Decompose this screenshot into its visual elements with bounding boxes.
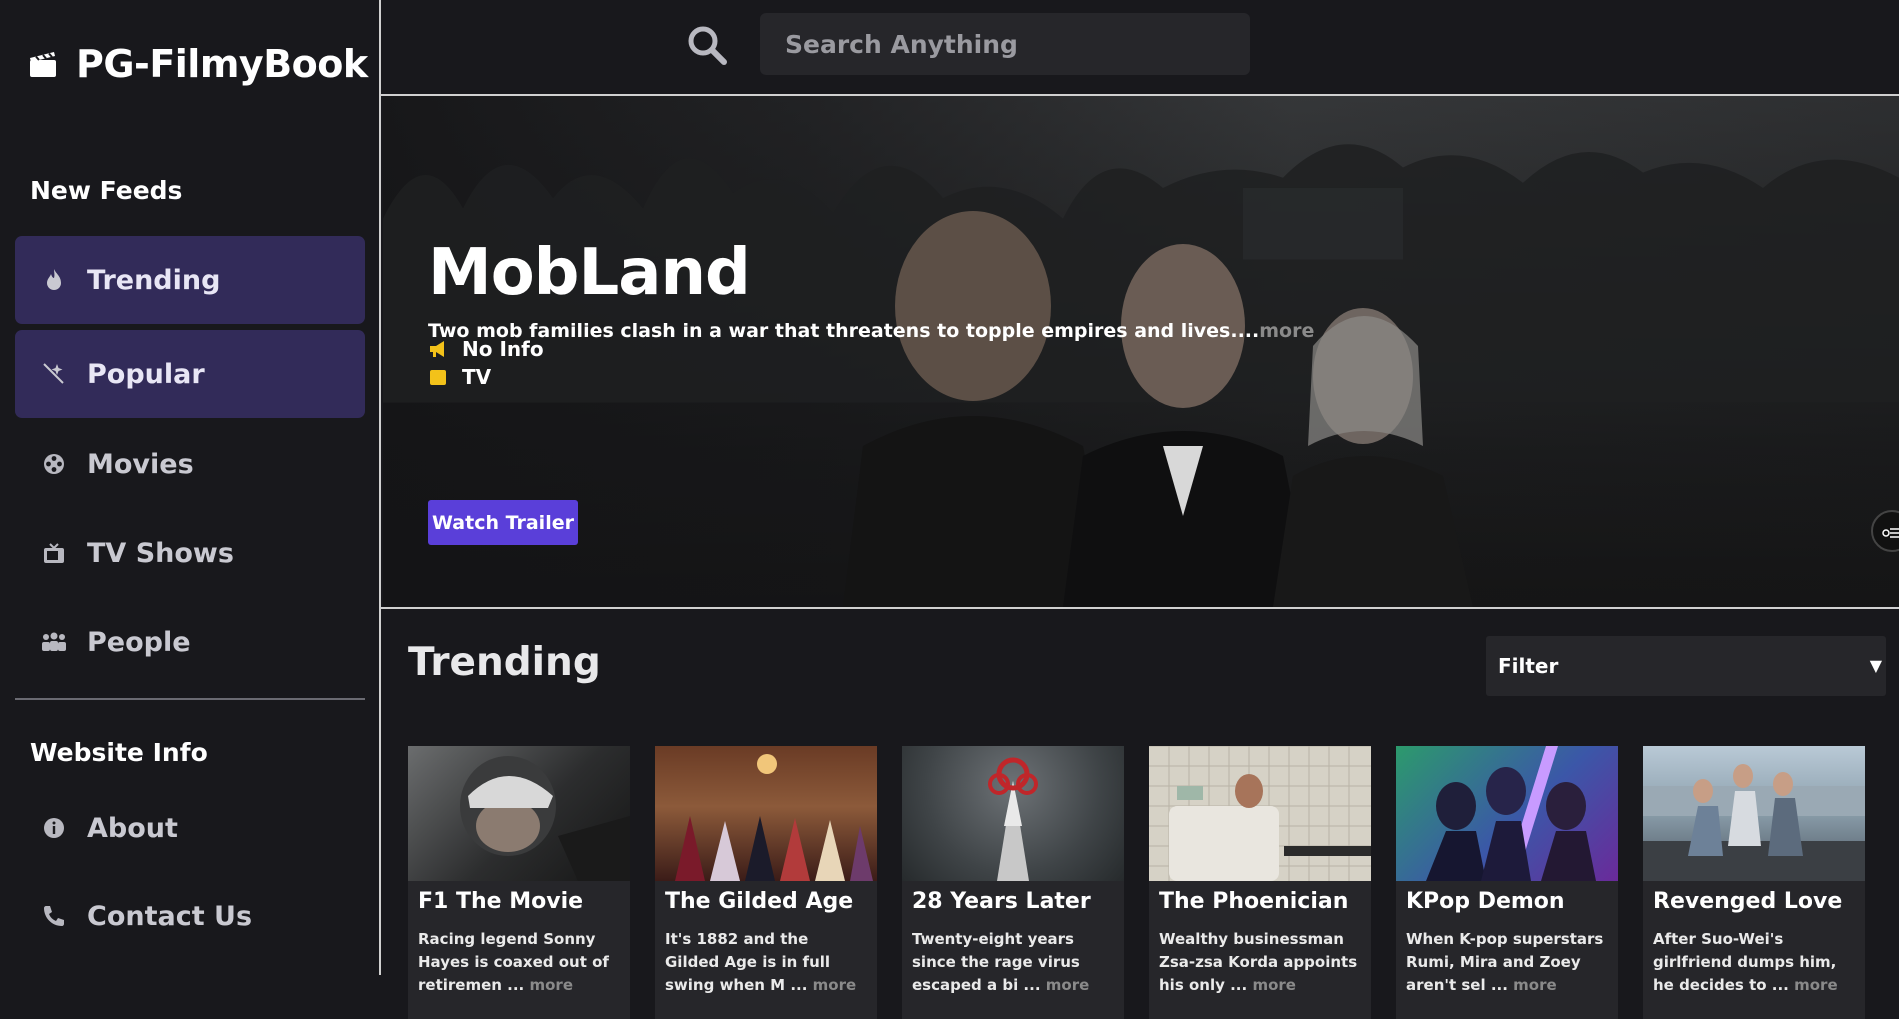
card-title: Revenged Love: [1653, 889, 1843, 914]
card-title: F1 The Movie: [418, 889, 584, 914]
hero-title: MobLand: [428, 236, 751, 310]
card-description-text: It's 1882 and the Gilded Age is in full …: [665, 930, 831, 994]
hero-meta-status-text: No Info: [462, 337, 544, 361]
brand-logo[interactable]: PG-FilmyBook: [28, 42, 368, 86]
poster-image: [1396, 746, 1618, 881]
movie-card[interactable]: Revenged Love After Suo-Wei's girlfriend…: [1643, 746, 1865, 1019]
brand-name: PG-FilmyBook: [76, 42, 368, 86]
poster-image: [408, 746, 630, 881]
sidebar-item-tv-shows[interactable]: TV Shows: [15, 509, 365, 597]
movie-card[interactable]: The Gilded Age It's 1882 and the Gilded …: [655, 746, 877, 1019]
poster-image: [1643, 746, 1865, 881]
sidebar-item-popular[interactable]: Popular: [15, 330, 365, 418]
sidebar-item-contact-us[interactable]: Contact Us: [15, 872, 365, 960]
hero-cast-image: [843, 211, 1473, 607]
card-description: It's 1882 and the Gilded Age is in full …: [655, 914, 877, 997]
trending-heading: Trending: [408, 640, 601, 685]
card-more-link[interactable]: more: [1794, 976, 1838, 994]
card-description-text: When K-pop superstars Rumi, Mira and Zoe…: [1406, 930, 1604, 994]
sidebar-item-label: Movies: [87, 448, 194, 480]
hero-meta-type: TV: [428, 365, 491, 389]
search-icon[interactable]: [686, 24, 728, 66]
card-description: Twenty-eight years since the rage virus …: [902, 914, 1124, 997]
poster-image: [655, 746, 877, 881]
card-more-link[interactable]: more: [813, 976, 857, 994]
fire-icon: [41, 267, 67, 293]
card-title: 28 Years Later: [912, 889, 1091, 914]
card-title: The Gilded Age: [665, 889, 854, 914]
movie-card[interactable]: F1 The Movie Racing legend Sonny Hayes i…: [408, 746, 630, 1019]
phone-icon: [41, 903, 67, 929]
movie-card[interactable]: The Phoenician Wealthy businessman Zsa-z…: [1149, 746, 1371, 1019]
trending-list: F1 The Movie Racing legend Sonny Hayes i…: [408, 746, 1865, 1019]
sidebar: PG-FilmyBook New Feeds Trending Popular …: [0, 0, 381, 975]
card-more-link[interactable]: more: [530, 976, 574, 994]
info-icon: [41, 815, 67, 841]
sidebar-item-label: TV Shows: [87, 537, 234, 569]
megaphone-icon: [430, 341, 444, 357]
hero-meta-type-text: TV: [462, 365, 492, 389]
sidebar-item-trending[interactable]: Trending: [15, 236, 365, 324]
poster-image: [902, 746, 1124, 881]
sidebar-item-label: Trending: [87, 264, 221, 296]
filter-select[interactable]: Filter ▼: [1486, 636, 1886, 696]
sidebar-item-people[interactable]: People: [15, 598, 365, 686]
sidebar-item-about[interactable]: About: [15, 784, 365, 872]
search-input[interactable]: [760, 13, 1250, 75]
sidebar-item-movies[interactable]: Movies: [15, 420, 365, 508]
hero-description: Two mob families clash in a war that thr…: [428, 320, 1314, 342]
sparkle-icon: [41, 361, 67, 387]
card-more-link[interactable]: more: [1046, 976, 1090, 994]
hero-options-button[interactable]: [1871, 510, 1899, 552]
card-description-text: Racing legend Sonny Hayes is coaxed out …: [418, 930, 609, 994]
movie-card[interactable]: 28 Years Later Twenty-eight years since …: [902, 746, 1124, 1019]
tv-icon: [41, 540, 67, 566]
card-description: When K-pop superstars Rumi, Mira and Zoe…: [1396, 914, 1618, 997]
sidebar-item-label: Popular: [87, 358, 205, 390]
watch-trailer-button[interactable]: Watch Trailer: [428, 500, 578, 545]
movie-card[interactable]: KPop Demon When K-pop superstars Rumi, M…: [1396, 746, 1618, 1019]
sliders-icon: [1882, 528, 1899, 538]
website-info-heading: Website Info: [30, 738, 208, 767]
hero-more-link[interactable]: more: [1259, 320, 1314, 342]
card-title: The Phoenician: [1159, 889, 1349, 914]
sidebar-divider: [15, 698, 365, 700]
film-reel-icon: [41, 451, 67, 477]
people-icon: [41, 629, 67, 655]
card-title: KPop Demon: [1406, 889, 1565, 914]
card-more-link[interactable]: more: [1513, 976, 1557, 994]
hero-banner: MobLand Two mob families clash in a war …: [383, 96, 1899, 607]
card-description: After Suo-Wei's girlfriend dumps him, he…: [1643, 914, 1865, 997]
hero-meta-status: No Info: [428, 337, 544, 361]
card-more-link[interactable]: more: [1252, 976, 1296, 994]
sidebar-item-label: People: [87, 626, 191, 658]
poster-image: [1149, 746, 1371, 881]
card-description: Racing legend Sonny Hayes is coaxed out …: [408, 914, 630, 997]
sidebar-item-label: About: [87, 812, 178, 844]
hero-divider: [381, 607, 1899, 609]
filter-label: Filter: [1498, 654, 1559, 678]
card-description: Wealthy businessman Zsa-zsa Korda appoin…: [1149, 914, 1371, 997]
new-feeds-heading: New Feeds: [30, 176, 183, 205]
sidebar-item-label: Contact Us: [87, 900, 253, 932]
caret-down-icon: ▼: [1869, 656, 1882, 675]
tv-icon: [430, 370, 446, 385]
clapperboard-icon: [30, 52, 56, 77]
hero-description-text: Two mob families clash in a war that thr…: [428, 320, 1260, 342]
